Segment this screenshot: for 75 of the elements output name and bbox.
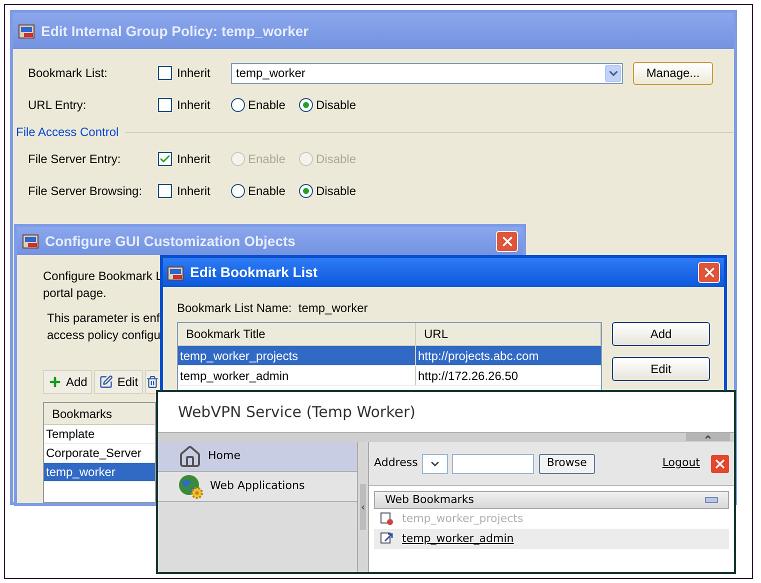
add-button[interactable]: Add bbox=[43, 370, 92, 394]
dialog-button[interactable]: Add bbox=[612, 322, 710, 346]
edit-button[interactable]: Edit bbox=[94, 370, 144, 394]
field-label: File Server Entry: bbox=[27, 151, 122, 168]
checkbox-label: Inherit bbox=[177, 97, 210, 114]
window-title: Configure GUI Customization Objects bbox=[45, 232, 296, 251]
radio-label: Enable bbox=[248, 97, 286, 114]
checkbox[interactable] bbox=[158, 184, 172, 198]
dialog-button[interactable]: Edit bbox=[612, 357, 710, 381]
checkbox[interactable] bbox=[158, 152, 172, 166]
field-label: Bookmark List: bbox=[27, 65, 108, 82]
radio-label: Disable bbox=[316, 183, 356, 200]
field-label: File Server Browsing: bbox=[27, 183, 144, 200]
manage-button[interactable]: Manage... bbox=[633, 62, 713, 84]
radio-button[interactable] bbox=[299, 184, 313, 198]
checkbox-label: Inherit bbox=[177, 65, 210, 82]
table-cell-text: http://projects.abc.com bbox=[417, 348, 540, 364]
bookmark-icon bbox=[380, 512, 394, 526]
close-button[interactable] bbox=[496, 230, 518, 252]
address-input[interactable] bbox=[452, 454, 534, 474]
note-text: This parameter is enf bbox=[47, 310, 160, 327]
checkbox[interactable] bbox=[158, 98, 172, 112]
radio-button[interactable] bbox=[299, 98, 313, 112]
x-icon bbox=[713, 456, 727, 470]
window-icon bbox=[167, 264, 185, 280]
table-row[interactable]: temp_worker bbox=[44, 463, 155, 482]
section-title: File Access Control bbox=[16, 124, 119, 141]
logout-link[interactable]: Logout bbox=[662, 455, 700, 472]
section-title: Web Bookmarks bbox=[385, 492, 474, 508]
radio-label: Disable bbox=[316, 151, 356, 168]
nav-item[interactable]: Home bbox=[158, 442, 357, 472]
window-icon bbox=[22, 233, 40, 249]
plus-icon bbox=[48, 375, 62, 389]
trash-icon bbox=[146, 375, 160, 389]
delete-button[interactable] bbox=[145, 370, 160, 394]
field-label: URL Entry: bbox=[27, 97, 88, 114]
checkbox[interactable] bbox=[158, 66, 172, 80]
address-label: Address bbox=[374, 455, 418, 472]
table-cell: temp_worker_admin bbox=[178, 366, 416, 385]
checkbox-label: Inherit bbox=[177, 183, 210, 200]
nav-item[interactable]: Web Applications bbox=[158, 472, 357, 502]
portal-title: WebVPN Service (Temp Worker) bbox=[178, 402, 416, 423]
table-row[interactable]: temp_worker_projects http://projects.abc.com bbox=[178, 346, 601, 366]
table-row[interactable]: temp_worker_admin http://172.26.26.50 bbox=[178, 366, 601, 386]
description-text: portal page. bbox=[43, 285, 106, 302]
close-button[interactable] bbox=[698, 262, 720, 283]
note-text: access policy configu bbox=[47, 327, 160, 344]
column-header: Bookmark Title bbox=[178, 323, 416, 345]
column-header: Bookmarks bbox=[44, 403, 155, 425]
radio-label: Disable bbox=[316, 97, 356, 114]
checkbox-label: Inherit bbox=[177, 151, 210, 168]
bookmark-row[interactable]: temp_worker_admin bbox=[374, 529, 729, 549]
radio-button[interactable] bbox=[231, 184, 245, 198]
table-row[interactable]: Template bbox=[44, 425, 155, 444]
table-cell-text: http://172.26.26.50 bbox=[417, 368, 520, 384]
close-button[interactable] bbox=[711, 454, 729, 472]
bookmark-link[interactable]: temp_worker_admin bbox=[402, 530, 514, 548]
bookmark-list-name: Bookmark List Name: temp_worker bbox=[177, 300, 369, 317]
radio-button[interactable] bbox=[231, 98, 245, 112]
browse-button[interactable]: Browse bbox=[538, 454, 595, 474]
table-cell: temp_worker_projects bbox=[178, 346, 416, 365]
splitter-handle[interactable] bbox=[360, 484, 366, 530]
house-icon bbox=[178, 444, 202, 468]
bookmark-icon bbox=[380, 532, 394, 546]
bookmark-list-dropdown[interactable]: temp_worker bbox=[231, 62, 623, 84]
window-icon bbox=[18, 23, 36, 39]
column-header: URL bbox=[416, 323, 601, 345]
window-title: Edit Internal Group Policy: temp_worker bbox=[41, 22, 309, 41]
address-dropdown[interactable] bbox=[422, 454, 448, 474]
window-title: Edit Bookmark List bbox=[190, 263, 319, 282]
pencil-icon bbox=[99, 375, 114, 389]
radio-label: Enable bbox=[248, 151, 286, 168]
globe-gear-icon bbox=[178, 474, 204, 500]
radio-label: Enable bbox=[248, 183, 286, 200]
collapse-icon[interactable] bbox=[705, 497, 718, 503]
